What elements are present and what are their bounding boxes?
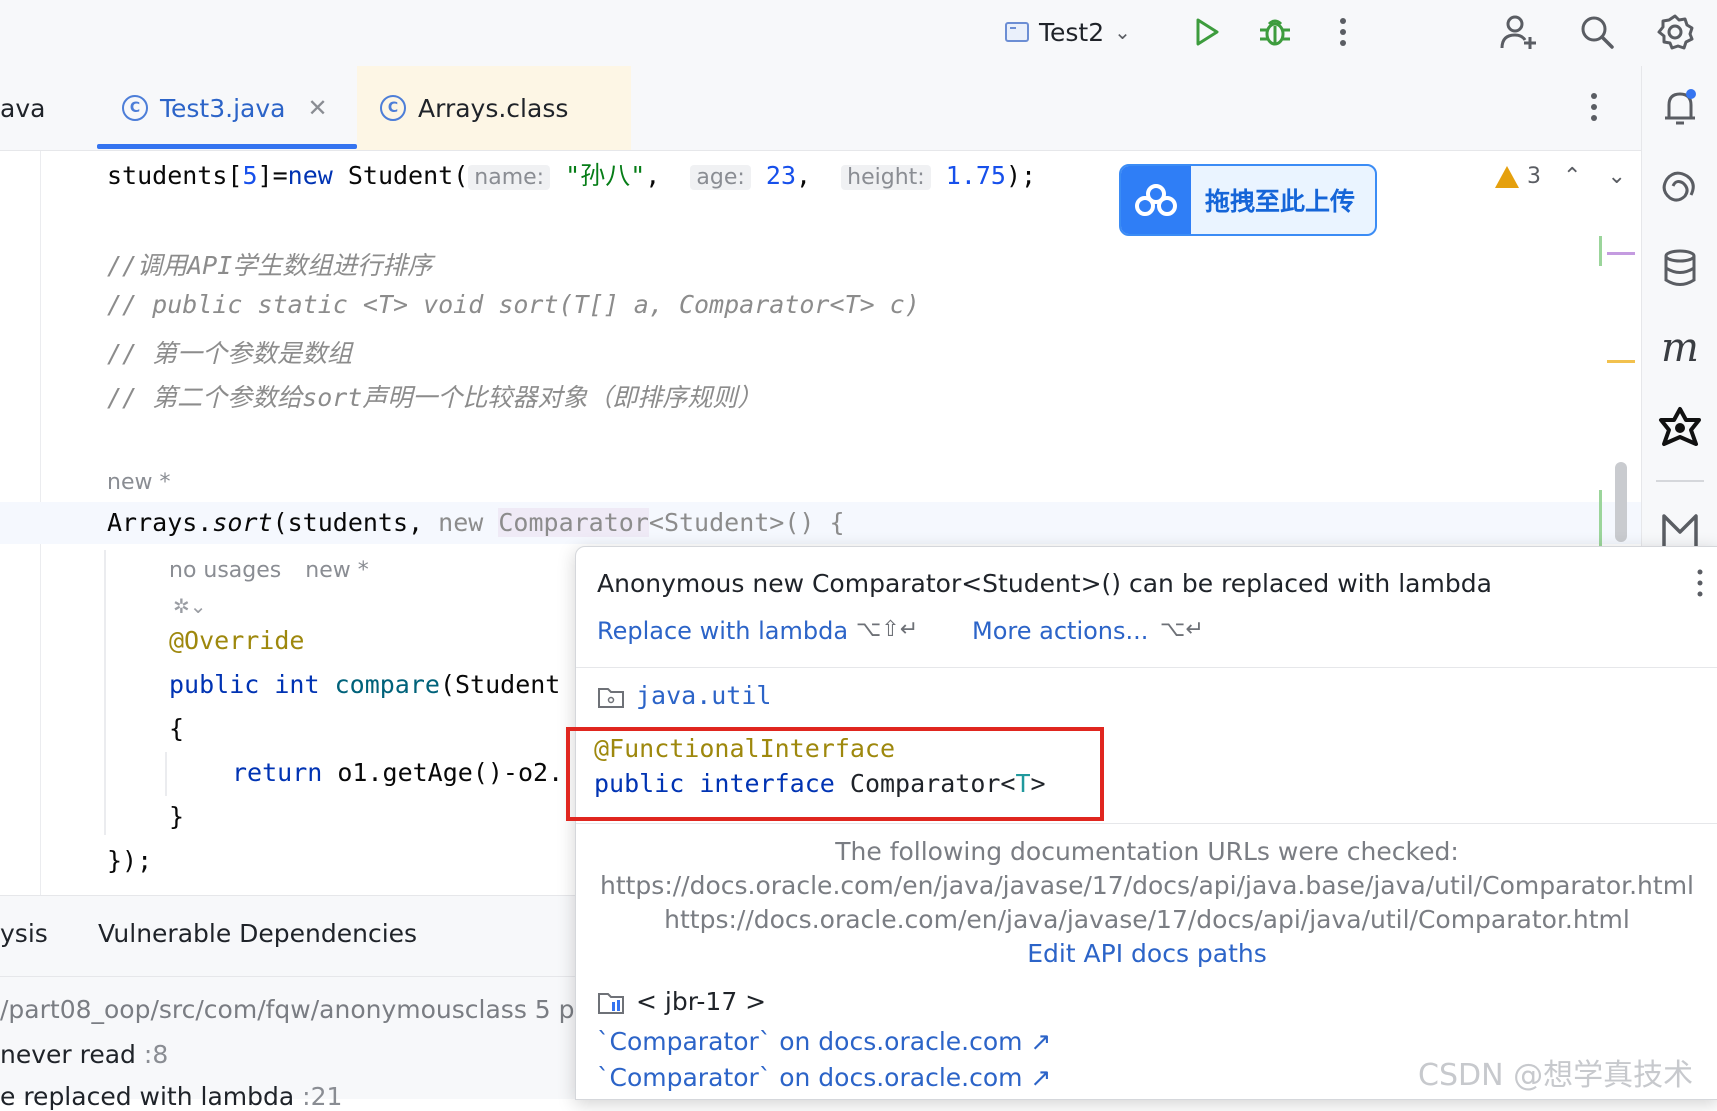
change-marker xyxy=(1599,236,1602,266)
doc-url: https://docs.oracle.com/en/java/javase/1… xyxy=(599,871,1694,900)
run-config-label: Test2 xyxy=(1039,17,1105,47)
code-line-brace-open[interactable]: { xyxy=(169,714,184,743)
external-doc-link[interactable]: `Comparator` on docs.oracle.com ↗ xyxy=(597,1063,1051,1092)
more-icon[interactable] xyxy=(1321,10,1365,54)
copilot-icon[interactable] xyxy=(1642,398,1717,458)
comment-line: // public static <T> void sort(T[] a, Co… xyxy=(107,290,920,319)
replace-shortcut: ⌥⇧↵ xyxy=(856,617,919,642)
run-configuration-selector[interactable]: Test2 ⌄ xyxy=(1005,10,1131,54)
tab-previous-java[interactable]: ava xyxy=(0,66,45,150)
class-icon: C xyxy=(122,95,148,121)
tab-label: Arrays.class xyxy=(418,93,569,123)
copilot-gutter-icon[interactable]: ✲⌄ xyxy=(173,594,207,618)
comment-line: //调用API学生数组进行排序 xyxy=(107,251,433,280)
indent-guide xyxy=(165,752,167,796)
scroll-marker xyxy=(1607,360,1635,363)
close-icon[interactable]: ✕ xyxy=(307,94,327,122)
tab-more-icon[interactable] xyxy=(1590,92,1598,126)
run-config-icon xyxy=(1005,22,1029,42)
more-actions-shortcut: ⌥↵ xyxy=(1160,617,1204,642)
package-folder-icon xyxy=(597,685,625,713)
warning-count: 3 xyxy=(1527,164,1541,189)
inspection-widget[interactable]: 3 ⌃ ⌄ xyxy=(1495,164,1626,189)
notifications-icon[interactable] xyxy=(1642,78,1717,138)
database-icon[interactable] xyxy=(1642,238,1717,298)
jdk-label: < jbr-17 > xyxy=(636,987,767,1016)
tab-label: Test3.java xyxy=(160,93,286,123)
tab-label: ava xyxy=(0,93,46,123)
problems-panel: ysis Vulnerable Dependencies /part08_oop… xyxy=(0,895,575,1111)
replace-with-lambda-action[interactable]: Replace with lambda xyxy=(597,617,848,645)
popup-header xyxy=(576,547,1717,668)
debug-icon[interactable] xyxy=(1253,10,1297,54)
edit-api-docs-paths-link[interactable]: Edit API docs paths xyxy=(576,939,1717,968)
tab-arrays-class[interactable]: C Arrays.class xyxy=(380,66,568,150)
settings-icon[interactable] xyxy=(1653,10,1697,54)
doc-url: https://docs.oracle.com/en/java/javase/1… xyxy=(664,905,1630,934)
tab-test3-java[interactable]: C Test3.java ✕ xyxy=(122,66,328,150)
active-tab-indicator xyxy=(97,144,357,149)
popup-title: Anonymous new Comparator<Student>() can … xyxy=(597,569,1492,598)
run-icon[interactable] xyxy=(1185,10,1229,54)
param-hint-age: age: xyxy=(690,165,751,190)
warning-icon xyxy=(1495,165,1519,188)
doc-checked-note: The following documentation URLs were ch… xyxy=(835,837,1459,866)
popup-divider xyxy=(576,823,1717,824)
popup-more-icon[interactable] xyxy=(1697,569,1703,601)
next-highlight-icon[interactable]: ⌄ xyxy=(1607,164,1625,189)
jdk-library-icon xyxy=(597,990,627,1020)
problem-file-path[interactable]: /part08_oop/src/com/fqw/anonymousclass 5… xyxy=(0,995,575,1024)
param-hint-height: height: xyxy=(841,165,931,190)
code-line-students-5[interactable]: students[5]=new Student(name: "孙八", age:… xyxy=(107,156,1036,192)
code-line-override[interactable]: @Override xyxy=(169,626,304,655)
usages-inlay-hint[interactable]: no usages new * xyxy=(169,558,369,583)
comment-line: // 第一个参数是数组 xyxy=(107,339,353,368)
editor-scrollbar[interactable] xyxy=(1615,462,1627,542)
problem-item[interactable]: never read :8 xyxy=(0,1040,168,1069)
indent-guide xyxy=(104,550,106,835)
author-inlay-hint[interactable]: new * xyxy=(107,470,170,495)
highlight-box xyxy=(566,727,1104,821)
code-line-end[interactable]: }); xyxy=(107,846,152,875)
inspection-doc-popup: Anonymous new Comparator<Student>() can … xyxy=(575,546,1717,1100)
strip-divider xyxy=(1656,480,1704,482)
package-link[interactable]: java.util xyxy=(636,681,771,710)
previous-highlight-icon[interactable]: ⌃ xyxy=(1563,164,1581,189)
chevron-down-icon: ⌄ xyxy=(1114,20,1131,44)
code-line-arrays-sort[interactable]: Arrays.sort(students, new Comparator<Stu… xyxy=(107,508,845,537)
add-user-icon[interactable] xyxy=(1497,10,1541,54)
class-icon: C xyxy=(380,95,406,121)
upload-label: 拖拽至此上传 xyxy=(1205,187,1356,216)
param-hint-name: name: xyxy=(468,165,551,190)
code-line-brace-close[interactable]: } xyxy=(169,802,184,831)
watermark: CSDN @想学真技术 xyxy=(1418,1058,1694,1093)
comment-line: // 第二个参数给sort声明一个比较器对象（即排序规则） xyxy=(107,383,763,412)
main-toolbar: Test2 ⌄ xyxy=(0,0,1717,67)
code-line-compare[interactable]: public int compare(Student xyxy=(169,670,560,699)
maven-icon[interactable]: m xyxy=(1642,318,1717,378)
editor-tab-bar: ava C Test3.java ✕ C Arrays.class xyxy=(0,66,1641,151)
panel-divider xyxy=(0,976,575,977)
problem-item[interactable]: e replaced with lambda :21 xyxy=(0,1082,342,1111)
tab-vulnerable-dependencies[interactable]: Vulnerable Dependencies xyxy=(98,919,417,948)
code-line-return[interactable]: return o1.getAge()-o2. xyxy=(232,758,563,787)
drag-upload-button[interactable]: 拖拽至此上传 xyxy=(1119,164,1377,236)
search-icon[interactable] xyxy=(1575,10,1619,54)
more-actions-link[interactable]: More actions... xyxy=(972,617,1148,645)
change-marker xyxy=(1599,490,1602,546)
ai-assistant-icon[interactable] xyxy=(1642,158,1717,218)
external-doc-link[interactable]: `Comparator` on docs.oracle.com ↗ xyxy=(597,1027,1051,1056)
scroll-marker xyxy=(1607,252,1635,255)
tab-analysis[interactable]: ysis xyxy=(0,919,48,948)
cloud-upload-icon xyxy=(1121,166,1191,234)
